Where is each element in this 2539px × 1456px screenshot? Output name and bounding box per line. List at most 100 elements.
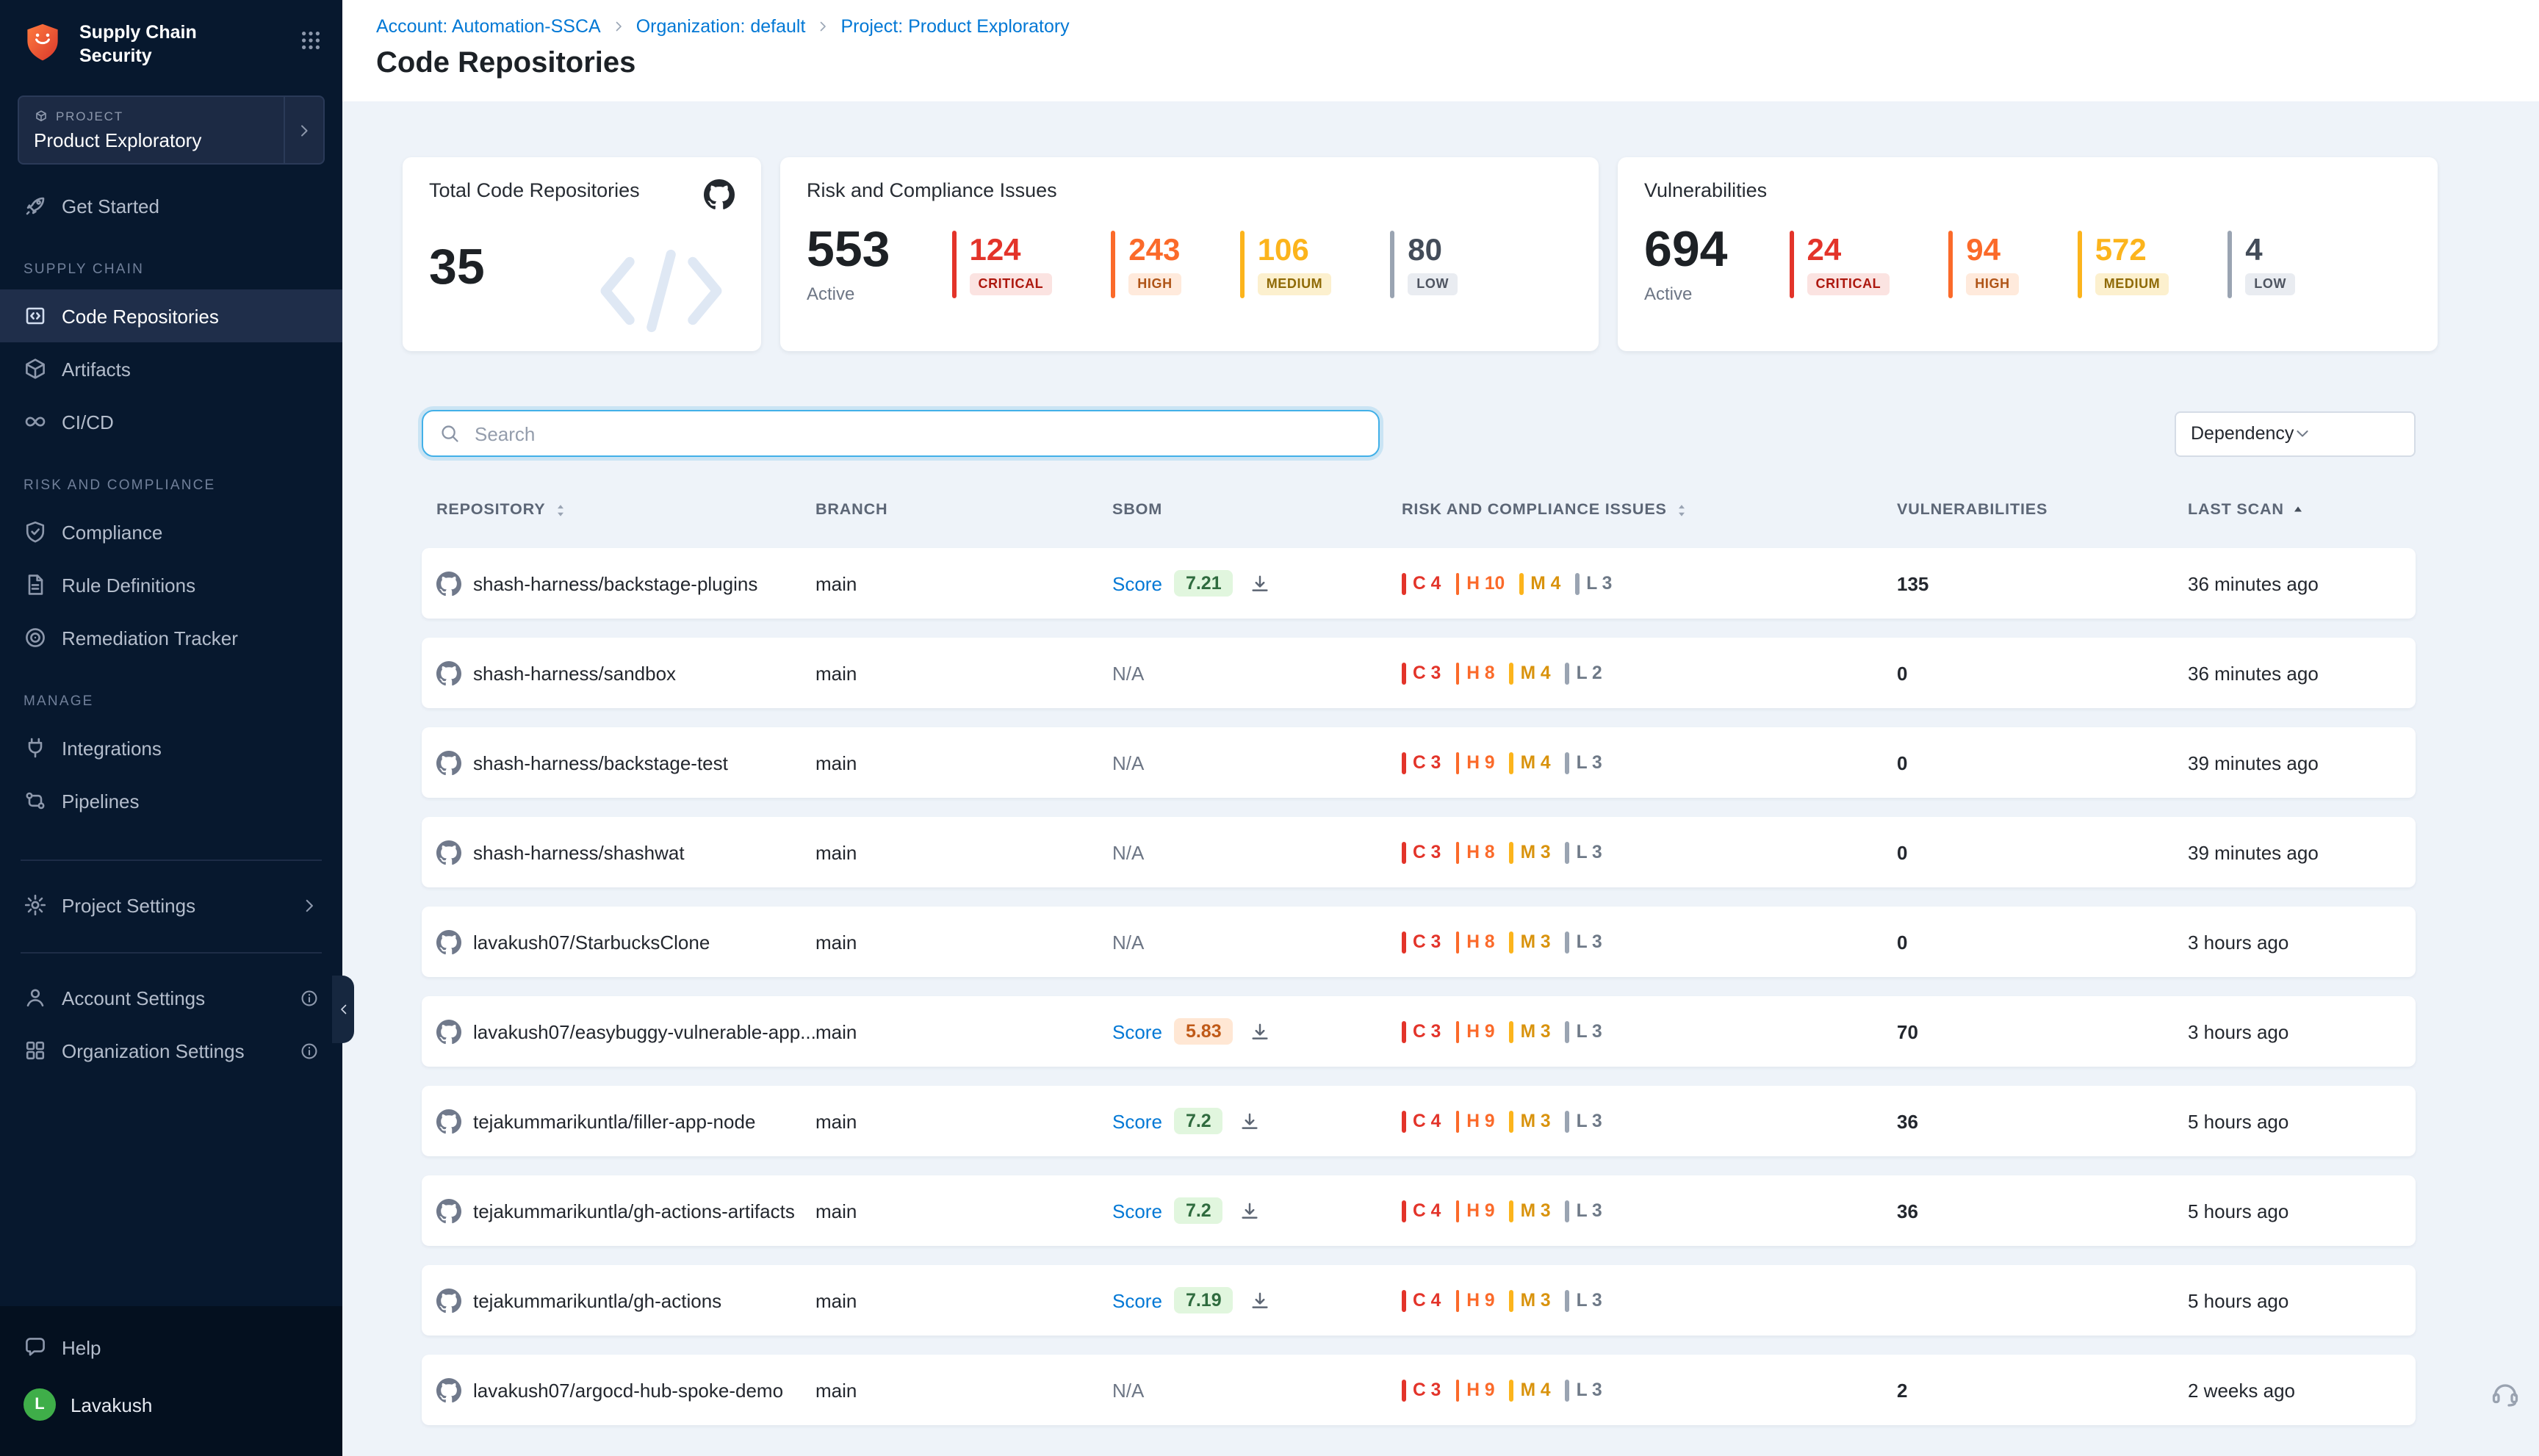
- breadcrumb-link[interactable]: Project: Product Exploratory: [840, 16, 1069, 37]
- severity-chip-low: L 3: [1575, 572, 1612, 594]
- sidebar-item-help[interactable]: Help: [0, 1321, 342, 1374]
- column-header-last-scan[interactable]: LAST SCAN: [2188, 501, 2416, 519]
- headset-icon: [2491, 1378, 2520, 1408]
- column-header-repository[interactable]: REPOSITORY: [422, 501, 815, 519]
- dependency-dropdown[interactable]: Dependency: [2175, 411, 2416, 456]
- download-sbom-icon[interactable]: [1239, 1110, 1261, 1132]
- sidebar-item-compliance[interactable]: Compliance: [0, 505, 342, 558]
- project-selector[interactable]: PROJECT Product Exploratory: [18, 95, 325, 165]
- chevron-right-icon[interactable]: [284, 97, 323, 163]
- repository-name[interactable]: shash-harness/sandbox: [473, 662, 676, 684]
- sidebar-collapse-button[interactable]: [332, 976, 354, 1043]
- module-grid-icon[interactable]: [300, 29, 322, 51]
- sidebar-item-organization-settings[interactable]: Organization Settings: [0, 1024, 342, 1077]
- severity-count: 106: [1258, 234, 1309, 265]
- brand-name: Supply Chain Security: [79, 21, 215, 68]
- column-label: LAST SCAN: [2188, 501, 2284, 519]
- severity-chip-low: L 3: [1566, 841, 1602, 863]
- table-row[interactable]: tejakummarikuntla/filler-app-node main S…: [422, 1086, 2416, 1156]
- issues-cell: C 4 H 9 M 3 L 3: [1402, 1110, 1897, 1132]
- search-box[interactable]: [422, 410, 1380, 457]
- table-row[interactable]: lavakush07/StarbucksClone main N/A C 3 H…: [422, 907, 2416, 977]
- severity-chip-high: H 10: [1455, 572, 1505, 594]
- sidebar-item-rule-definitions[interactable]: Rule Definitions: [0, 558, 342, 611]
- severity-chip-medium: M 4: [1510, 662, 1551, 684]
- sidebar-item-account-settings[interactable]: Account Settings: [0, 971, 342, 1024]
- table-row[interactable]: lavakush07/argocd-hub-spoke-demo main N/…: [422, 1355, 2416, 1425]
- table-row[interactable]: tejakummarikuntla/gh-actions-artifacts m…: [422, 1175, 2416, 1246]
- severity-badge: LOW: [2245, 273, 2295, 295]
- repository-name[interactable]: lavakush07/StarbucksClone: [473, 931, 710, 953]
- breadcrumb-link[interactable]: Organization: default: [636, 16, 806, 37]
- chevron-right-icon: [300, 895, 319, 915]
- repository-name[interactable]: lavakush07/easybuggy-vulnerable-app...: [473, 1020, 815, 1042]
- sidebar-item-label: Artifacts: [62, 358, 131, 380]
- repository-name[interactable]: shash-harness/backstage-test: [473, 752, 728, 774]
- sidebar-item-pipelines[interactable]: Pipelines: [0, 774, 342, 827]
- sbom-score-link[interactable]: Score: [1112, 572, 1162, 594]
- sbom-cell: N/A: [1112, 662, 1402, 684]
- content: Total Code Repositories 35 Risk and Comp…: [342, 101, 2539, 1456]
- sidebar-item-integrations[interactable]: Integrations: [0, 721, 342, 774]
- download-sbom-icon[interactable]: [1250, 1289, 1272, 1311]
- search-input[interactable]: [472, 421, 1362, 446]
- sbom-na: N/A: [1112, 662, 1144, 684]
- issues-cell: C 3 H 8 M 3 L 3: [1402, 841, 1897, 863]
- severity-bar: [1111, 231, 1115, 298]
- repositories-table: REPOSITORY BRANCH SBOM RISK AND COMPLIAN…: [422, 501, 2416, 1425]
- sbom-score-link[interactable]: Score: [1112, 1200, 1162, 1222]
- table-row[interactable]: tejakummarikuntla/gh-actions main Score …: [422, 1265, 2416, 1336]
- sbom-score-link[interactable]: Score: [1112, 1020, 1162, 1042]
- github-icon: [704, 179, 735, 210]
- severity-chip-low: L 2: [1566, 662, 1602, 684]
- severity-chip-high: H 8: [1455, 662, 1494, 684]
- sbom-cell: Score 7.19: [1112, 1287, 1402, 1313]
- severity-chip-high: H 9: [1455, 752, 1494, 774]
- sidebar-item-get-started[interactable]: Get Started: [0, 179, 342, 232]
- nav-section-label: MANAGE: [0, 664, 342, 721]
- repo-icon: [24, 304, 47, 328]
- sidebar-item-artifacts[interactable]: Artifacts: [0, 342, 342, 395]
- repository-name[interactable]: shash-harness/shashwat: [473, 841, 685, 863]
- severity-chip-low: L 3: [1566, 1200, 1602, 1222]
- divider: [21, 859, 322, 861]
- table-row[interactable]: shash-harness/backstage-plugins main Sco…: [422, 548, 2416, 619]
- sbom-score-link[interactable]: Score: [1112, 1289, 1162, 1311]
- severity-chip-critical: C 3: [1402, 841, 1441, 863]
- help-chat-icon: [24, 1336, 47, 1359]
- page-header: Account: Automation-SSCA Organization: de…: [342, 0, 2539, 101]
- github-icon: [436, 1288, 461, 1313]
- sidebar-item-label: Pipelines: [62, 790, 140, 812]
- sbom-cell: N/A: [1112, 752, 1402, 774]
- severity-stat-low: 80 LOW: [1390, 231, 1458, 298]
- download-sbom-icon[interactable]: [1250, 572, 1272, 594]
- sidebar-item-code-repositories[interactable]: Code Repositories: [0, 289, 342, 342]
- sidebar-item-project-settings[interactable]: Project Settings: [0, 879, 342, 931]
- download-sbom-icon[interactable]: [1250, 1020, 1272, 1042]
- severity-chip-high: H 9: [1455, 1379, 1494, 1401]
- severity-chip-medium: M 3: [1510, 1020, 1551, 1042]
- column-header-risk-and-compliance-issues[interactable]: RISK AND COMPLIANCE ISSUES: [1402, 501, 1897, 519]
- breadcrumb-link[interactable]: Account: Automation-SSCA: [376, 16, 601, 37]
- sidebar-item-remediation-tracker[interactable]: Remediation Tracker: [0, 611, 342, 664]
- nav-section-label: SUPPLY CHAIN: [0, 232, 342, 289]
- headset-support-icon[interactable]: [2491, 1378, 2520, 1408]
- download-sbom-icon[interactable]: [1239, 1200, 1261, 1222]
- github-icon: [436, 660, 461, 685]
- table-row[interactable]: shash-harness/shashwat main N/A C 3 H 8 …: [422, 817, 2416, 887]
- repository-name[interactable]: tejakummarikuntla/gh-actions-artifacts: [473, 1200, 795, 1222]
- table-row[interactable]: lavakush07/easybuggy-vulnerable-app... m…: [422, 996, 2416, 1067]
- sidebar-item-ci-cd[interactable]: CI/CD: [0, 395, 342, 448]
- user-menu[interactable]: L Lavakush: [0, 1374, 342, 1435]
- table-row[interactable]: shash-harness/sandbox main N/A C 3 H 8 M…: [422, 638, 2416, 708]
- cicd-icon: [24, 410, 47, 433]
- table-row[interactable]: shash-harness/backstage-test main N/A C …: [422, 727, 2416, 798]
- repository-name[interactable]: lavakush07/argocd-hub-spoke-demo: [473, 1379, 783, 1401]
- sbom-score-link[interactable]: Score: [1112, 1110, 1162, 1132]
- repository-name[interactable]: tejakummarikuntla/filler-app-node: [473, 1110, 755, 1132]
- compliance-icon: [24, 520, 47, 544]
- sidebar-bottom: Help L Lavakush: [0, 1306, 342, 1456]
- repository-name[interactable]: shash-harness/backstage-plugins: [473, 572, 757, 594]
- repository-name[interactable]: tejakummarikuntla/gh-actions: [473, 1289, 721, 1311]
- branch-cell: main: [815, 1200, 1112, 1222]
